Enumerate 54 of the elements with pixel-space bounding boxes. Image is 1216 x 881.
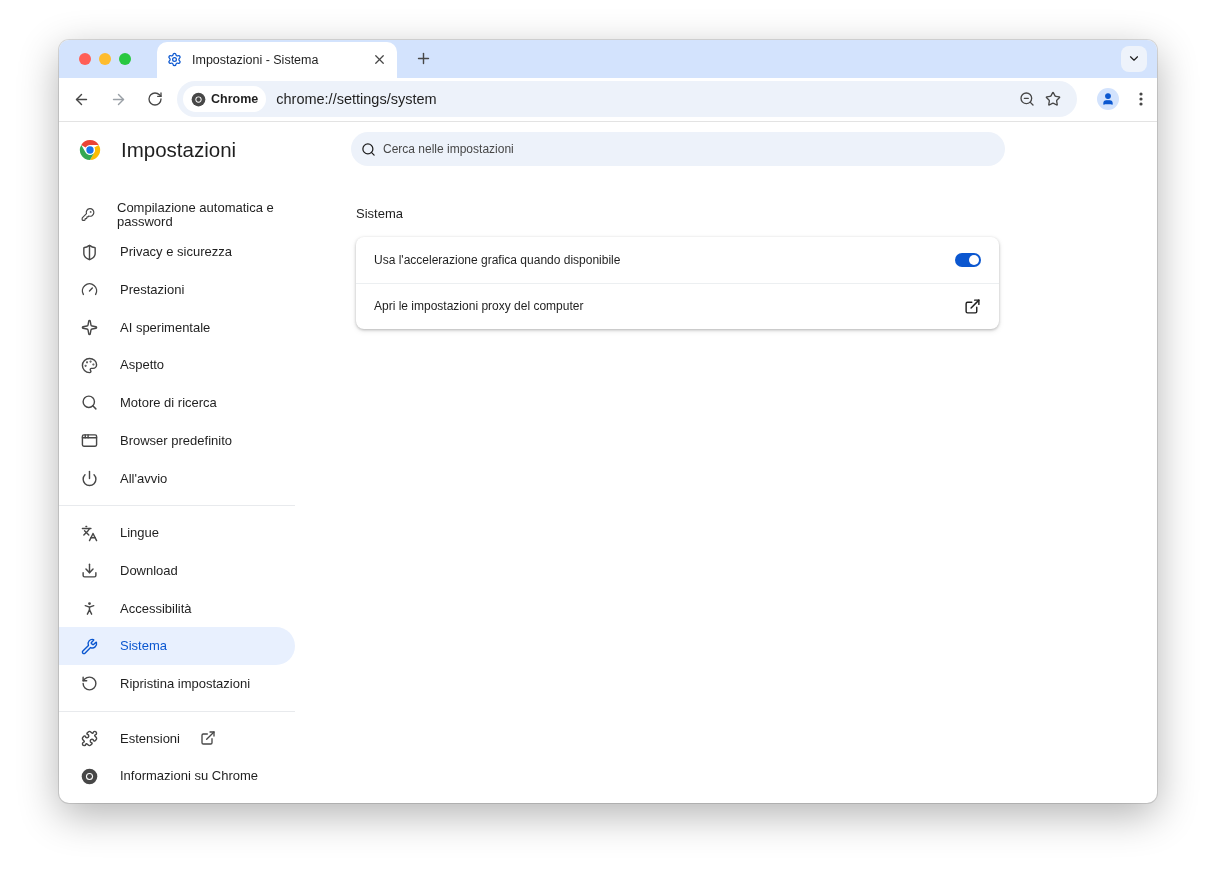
sidebar-item[interactable]: Browser predefinito [59, 421, 295, 460]
power-icon [81, 469, 98, 487]
sidebar-item[interactable]: All'avvio [59, 459, 295, 498]
download-icon [81, 562, 98, 580]
site-chip[interactable]: Chrome [183, 86, 267, 113]
setting-label: Usa l'accelerazione grafica quando disponibile [374, 252, 621, 267]
tab-search-button[interactable] [1121, 45, 1147, 72]
translate-icon [81, 524, 98, 542]
browser-window-icon [81, 432, 98, 450]
reload-button[interactable] [147, 91, 163, 108]
sidebar-item[interactable]: Lingue [59, 514, 295, 552]
sidebar-item[interactable]: Aspetto [59, 346, 295, 385]
tab-title: Impostazioni - Sistema [192, 52, 320, 67]
sidebar-item[interactable]: Accessibilità [59, 589, 295, 628]
chrome-logo-icon [79, 138, 101, 161]
wrench-icon [81, 637, 98, 655]
sidebar-item[interactable]: AI sperimentale [59, 308, 295, 347]
sidebar-item[interactable]: Motore di ricerca [59, 384, 295, 422]
person-icon [1101, 92, 1115, 107]
sidebar-item[interactable]: Prestazioni [59, 271, 295, 309]
bookmark-star-icon[interactable] [1045, 91, 1061, 108]
search-field[interactable]: Cerca nelle impostazioni [351, 131, 1005, 166]
menu-button[interactable] [1139, 92, 1143, 107]
settings-icon [167, 52, 182, 68]
url-text: chrome://settings/system [276, 91, 438, 108]
more-menu-icon [1139, 92, 1143, 107]
sidebar-item[interactable]: Ripristina impostazioni [59, 664, 295, 703]
sparkle-icon [81, 319, 98, 337]
zoom-icon[interactable] [1019, 91, 1035, 108]
puzzle-icon [81, 729, 98, 747]
shield-icon [81, 243, 98, 261]
sidebar-item[interactable]: Informazioni su Chrome [59, 757, 295, 795]
toggle-switch[interactable] [955, 252, 981, 267]
external-link-icon [200, 730, 216, 747]
search-icon [81, 394, 98, 412]
sidebar-item[interactable]: Estensioni [59, 719, 295, 758]
settings-title: Impostazioni [121, 137, 237, 162]
sidebar-item[interactable]: Compilazione automatica e password [59, 195, 295, 234]
external-link-icon [964, 297, 981, 315]
section-title: Sistema [356, 205, 404, 221]
chrome-logo-icon [191, 91, 206, 107]
reset-icon [81, 675, 98, 693]
browser-tab[interactable]: Impostazioni - Sistema [157, 41, 397, 78]
sidebar-item[interactable]: Download [59, 551, 295, 590]
palette-icon [81, 356, 98, 374]
sidebar-item[interactable]: Sistema [59, 627, 295, 665]
settings-link-row[interactable]: Apri le impostazioni proxy del computer [356, 282, 999, 329]
reload-icon [147, 91, 163, 108]
chrome-logo-icon [81, 767, 98, 785]
sidebar-item[interactable]: Privacy e sicurezza [59, 233, 295, 272]
key-icon [81, 206, 95, 224]
search-icon [361, 141, 376, 157]
address-bar[interactable]: Chrome chrome://settings/system [177, 81, 1077, 118]
profile-avatar[interactable] [1097, 88, 1119, 111]
